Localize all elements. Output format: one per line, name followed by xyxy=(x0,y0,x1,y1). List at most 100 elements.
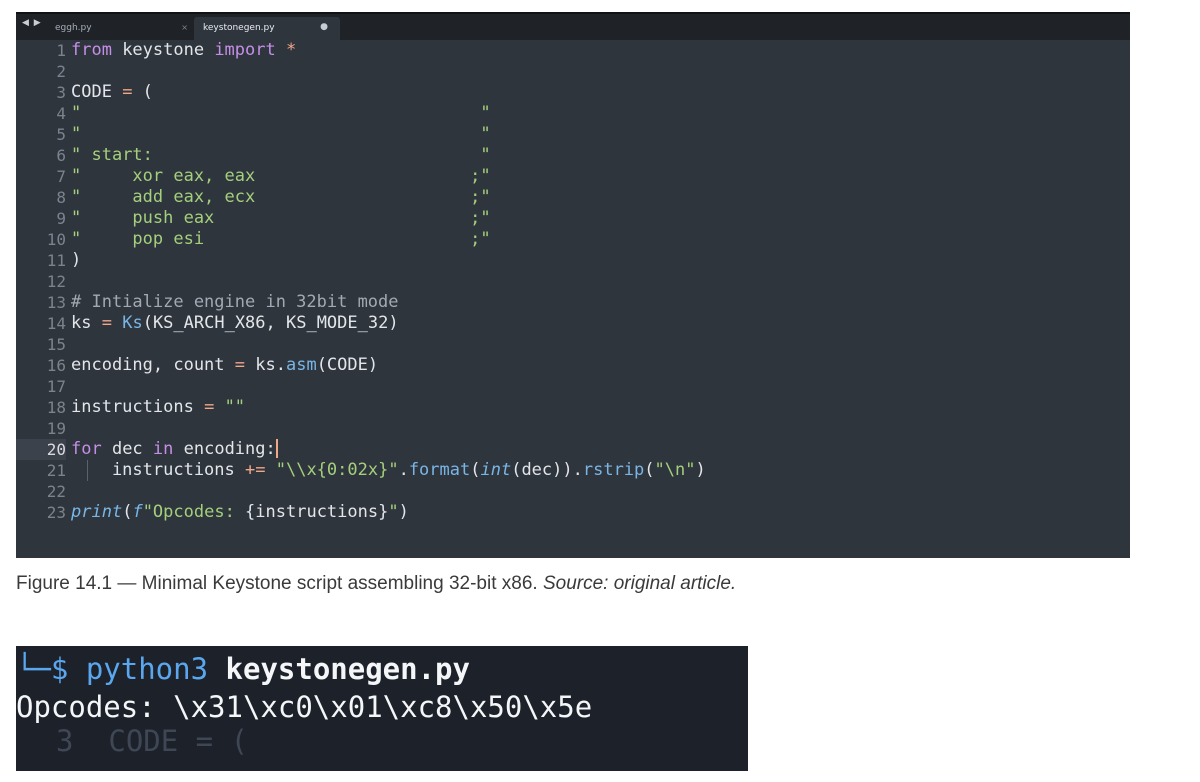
line-number: 12 xyxy=(46,272,66,291)
code-line[interactable]: 7 " xor eax, eax ;" xyxy=(16,166,1130,187)
code-line[interactable]: 19 xyxy=(16,418,1130,439)
code-text: " " xyxy=(71,124,491,145)
line-number: 22 xyxy=(46,482,66,501)
code-line[interactable]: 20 for dec in encoding: xyxy=(16,439,1130,460)
code-line[interactable]: 9 " push eax ;" xyxy=(16,208,1130,229)
code-token: {instructions} xyxy=(245,502,389,522)
code-token: ( xyxy=(122,502,133,522)
code-text: " add eax, ecx ;" xyxy=(71,187,491,208)
tab-keystonegen-py[interactable]: keystonegen.py ● xyxy=(194,17,340,40)
terminal-output: Opcodes: \x31\xc0\x01\xc8\x50\x5e xyxy=(16,690,593,724)
line-number: 19 xyxy=(46,419,66,438)
code-line[interactable]: 1 from keystone import * xyxy=(16,40,1130,61)
code-line[interactable]: 5 " " xyxy=(16,124,1130,145)
code-area[interactable]: 1 from keystone import * 2 3 CODE = (4 " " 5 " … xyxy=(16,40,1130,558)
line-number: 23 xyxy=(46,503,66,522)
code-line[interactable]: 14 ks = Ks(KS_ARCH_X86, KS_MODE_32) xyxy=(16,313,1130,334)
code-token: asm xyxy=(285,355,317,375)
code-token: ks xyxy=(71,313,102,333)
tab-bar: ◀ ▶ eggh.py × keystonegen.py ● xyxy=(16,12,1130,40)
code-token: = xyxy=(234,355,246,375)
code-line[interactable]: 4 " " xyxy=(16,103,1130,124)
line-number: 20 xyxy=(16,439,66,460)
code-token: "\n" xyxy=(654,460,696,480)
code-text: for dec in encoding: xyxy=(71,439,278,460)
code-line[interactable]: 17 xyxy=(16,376,1130,397)
tab-label: keystonegen.py xyxy=(203,23,275,33)
close-icon[interactable]: × xyxy=(181,23,188,32)
code-text: from keystone import * xyxy=(71,40,296,61)
code-line[interactable]: 16 encoding, count = ks.asm(CODE) xyxy=(16,355,1130,376)
code-token: " xyxy=(71,145,82,165)
code-token: = xyxy=(204,397,215,417)
code-token: ( xyxy=(132,82,153,102)
line-number: 9 xyxy=(56,209,66,228)
tab-eggh-py[interactable]: eggh.py × xyxy=(46,17,194,40)
code-token: ) xyxy=(71,250,82,270)
code-token: " xor eax, eax ;" xyxy=(71,166,491,186)
line-number: 4 xyxy=(56,104,66,123)
tab-nav-arrows[interactable]: ◀ ▶ xyxy=(22,18,42,28)
terminal-program: python3 xyxy=(85,652,226,686)
figure-caption: Figure 14.1 — Minimal Keystone script as… xyxy=(16,573,736,595)
code-token: " push eax ;" xyxy=(71,208,491,228)
code-token: format xyxy=(408,460,471,480)
terminal-command-file: keystonegen.py xyxy=(225,652,470,686)
line-number: 5 xyxy=(56,125,66,144)
code-token: * xyxy=(285,40,297,60)
code-editor-window: ◀ ▶ eggh.py × keystonegen.py ● 1 from key… xyxy=(16,12,1130,558)
code-token: " xyxy=(388,502,399,522)
line-number: 21 xyxy=(46,461,66,480)
tab-label: eggh.py xyxy=(55,23,92,33)
line-number: 8 xyxy=(56,188,66,207)
code-text: ) xyxy=(71,250,81,271)
code-token: rstrip xyxy=(582,460,645,480)
code-line[interactable]: 11) xyxy=(16,250,1130,271)
code-line[interactable]: 13 # Intialize engine in 32bit mode xyxy=(16,292,1130,313)
caption-text: Figure 14.1 — Minimal Keystone script as… xyxy=(16,573,543,594)
code-line[interactable]: 22 xyxy=(16,481,1130,502)
code-token: = xyxy=(101,313,112,333)
code-line[interactable]: 2 xyxy=(16,61,1130,82)
code-line[interactable]: 10 " pop esi ;" xyxy=(16,229,1130,250)
caption-source: Source: original article. xyxy=(542,573,737,594)
code-token: from xyxy=(71,40,112,60)
code-line[interactable]: 3 CODE = ( xyxy=(16,82,1130,103)
code-token: += xyxy=(245,460,266,480)
code-text: " xor eax, eax ;" xyxy=(71,166,491,187)
code-text: " pop esi ;" xyxy=(71,229,491,250)
code-text: CODE = ( xyxy=(71,82,153,103)
code-token: "\\x{0:02x}" xyxy=(275,460,399,480)
code-line[interactable]: 6 " start: " xyxy=(16,145,1130,166)
code-token: start: xyxy=(81,145,481,165)
code-token: ks. xyxy=(245,355,286,375)
line-number: 18 xyxy=(46,398,66,417)
code-line[interactable]: 18 instructions = "" xyxy=(16,397,1130,418)
code-line[interactable]: 15 xyxy=(16,334,1130,355)
code-token: "" xyxy=(224,397,246,417)
code-token: for xyxy=(71,439,102,459)
line-number: 14 xyxy=(46,314,66,333)
code-token: f xyxy=(132,502,143,522)
line-number: 2 xyxy=(56,62,66,81)
code-token: ( xyxy=(470,460,481,480)
code-line[interactable]: 12 xyxy=(16,271,1130,292)
code-line[interactable]: 23 print(f"Opcodes: {instructions}") xyxy=(16,502,1130,523)
code-text: " start: " xyxy=(71,145,491,166)
code-token: " add eax, ecx ;" xyxy=(71,187,491,207)
code-text: print(f"Opcodes: {instructions}") xyxy=(71,502,409,523)
code-line[interactable]: 8 " add eax, ecx ;" xyxy=(16,187,1130,208)
code-text: # Intialize engine in 32bit mode xyxy=(71,292,399,313)
code-token: " " xyxy=(71,103,491,123)
line-number: 15 xyxy=(46,335,66,354)
code-token: encoding: xyxy=(173,439,276,459)
code-token: # Intialize engine in 32bit mode xyxy=(71,292,399,312)
unsaved-dot-icon[interactable]: ● xyxy=(320,22,328,32)
line-number: 16 xyxy=(46,356,66,375)
code-token: CODE xyxy=(71,82,123,102)
code-token: ( xyxy=(644,460,655,480)
code-text: instructions += "\\x{0:02x}".format(int(… xyxy=(71,460,706,481)
code-line[interactable]: 21 instructions += "\\x{0:02x}".format(i… xyxy=(16,460,1130,481)
code-token: (KS_ARCH_X86, KS_MODE_32) xyxy=(142,313,399,333)
